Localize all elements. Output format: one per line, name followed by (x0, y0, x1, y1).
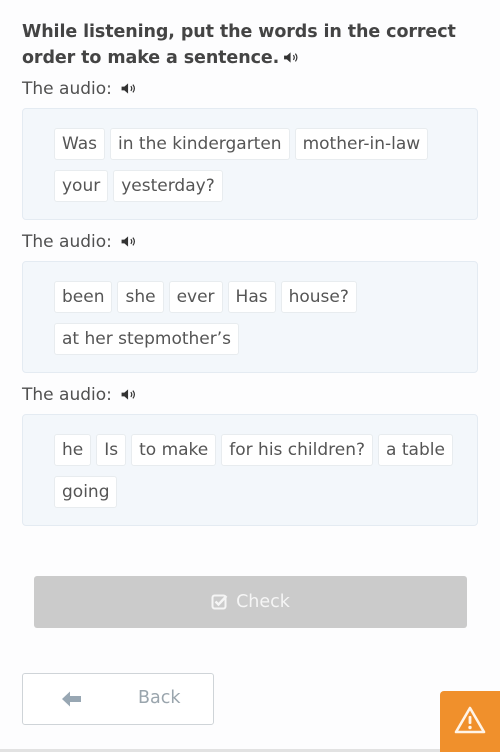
word-chip[interactable]: Was (54, 128, 105, 160)
word-chip[interactable]: a table (378, 434, 453, 466)
word-chip[interactable]: ever (168, 281, 223, 313)
word-bank-3: he Is to make for his children? a table … (54, 434, 454, 508)
warning-icon (454, 706, 486, 734)
back-button[interactable]: Back (22, 673, 214, 725)
word-chip[interactable]: to make (131, 434, 217, 466)
check-label: Check (236, 592, 290, 612)
word-chip[interactable]: house? (280, 281, 357, 313)
speaker-icon[interactable] (120, 388, 138, 401)
word-chip[interactable]: at her stepmother’s (54, 323, 239, 355)
instruction-title: While listening, put the words in the co… (22, 19, 492, 71)
instruction-text: While listening, put the words in the co… (22, 22, 456, 68)
word-chip[interactable]: been (54, 281, 113, 313)
word-box-1[interactable]: Was in the kindergarten mother-in-law yo… (22, 108, 478, 220)
audio-label-2: The audio: (22, 231, 138, 253)
word-chip[interactable]: for his children? (221, 434, 374, 466)
audio-label-3: The audio: (22, 384, 138, 406)
word-chip[interactable]: mother-in-law (294, 128, 429, 160)
word-bank-1: Was in the kindergarten mother-in-law yo… (54, 128, 454, 202)
checkbox-checked-icon (211, 594, 228, 610)
word-chip[interactable]: your (54, 170, 109, 202)
speaker-icon[interactable] (283, 51, 300, 64)
back-label: Back (138, 688, 181, 708)
word-box-3[interactable]: he Is to make for his children? a table … (22, 414, 478, 526)
word-chip[interactable]: she (117, 281, 164, 313)
audio-label-1: The audio: (22, 78, 138, 100)
word-chip[interactable]: Has (227, 281, 276, 313)
arrow-left-icon (62, 691, 81, 707)
check-button[interactable]: Check (34, 576, 467, 628)
speaker-icon[interactable] (120, 235, 138, 248)
word-chip[interactable]: going (54, 476, 118, 508)
word-box-2[interactable]: been she ever Has house? at her stepmoth… (22, 261, 478, 373)
word-chip[interactable]: he (54, 434, 92, 466)
word-chip[interactable]: yesterday? (113, 170, 223, 202)
speaker-icon[interactable] (120, 82, 138, 95)
word-chip[interactable]: in the kindergarten (110, 128, 290, 160)
word-chip[interactable]: Is (96, 434, 127, 466)
report-problem-button[interactable] (440, 691, 500, 752)
word-bank-2: been she ever Has house? at her stepmoth… (54, 281, 454, 355)
